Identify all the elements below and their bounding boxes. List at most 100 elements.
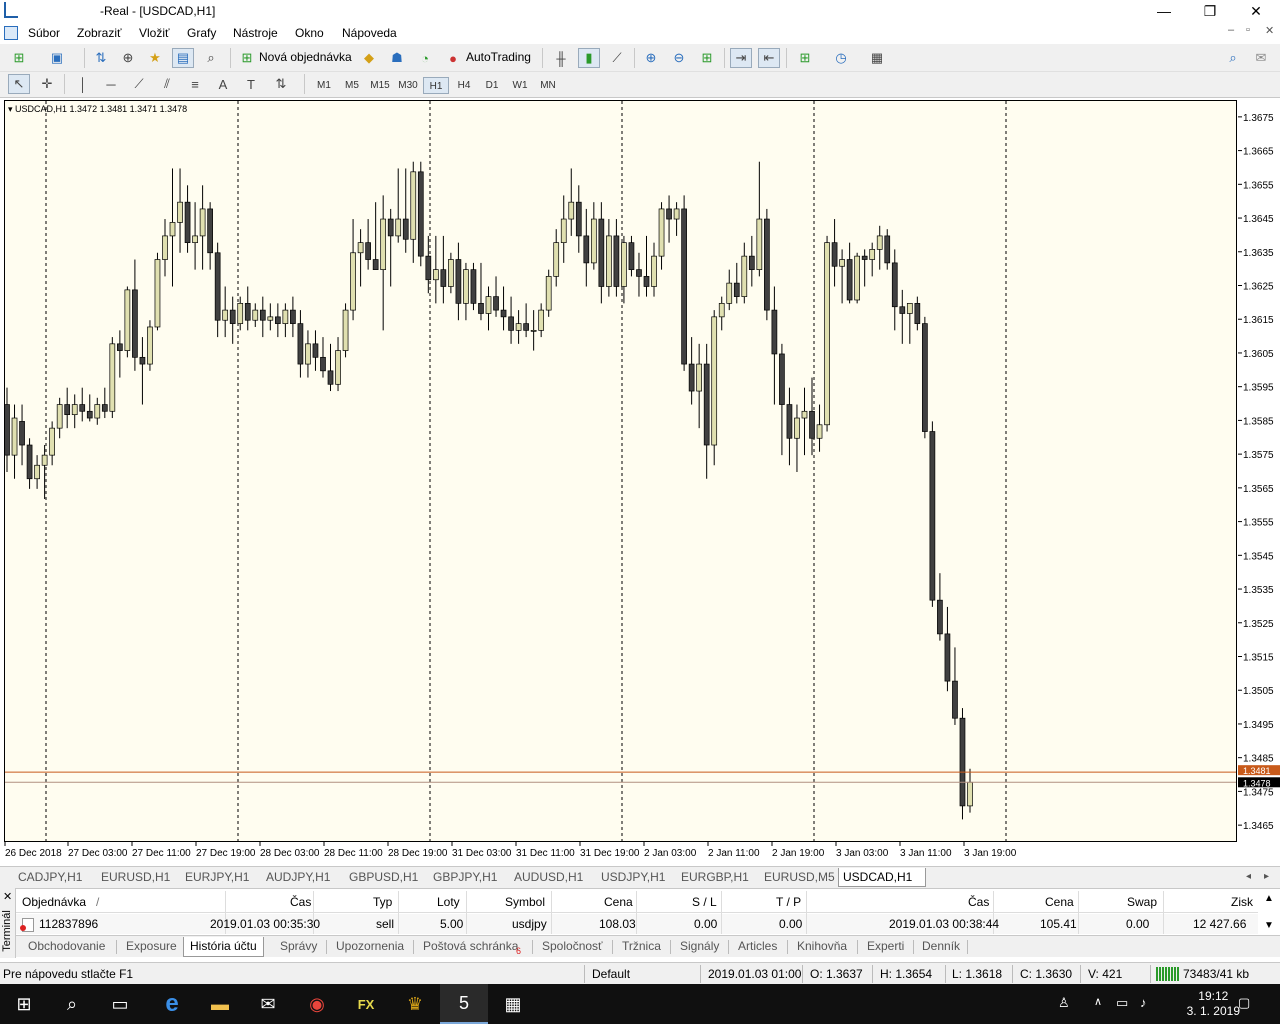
search-icon[interactable]: ⌕ [1222, 48, 1244, 68]
col-type[interactable]: Typ [373, 895, 392, 909]
volume-icon[interactable]: ♪ [1140, 995, 1147, 1010]
tile-windows-icon[interactable]: ⊞ [696, 48, 718, 68]
chart-tab[interactable]: GBPJPY,H1 [429, 868, 501, 887]
periods-icon[interactable]: ◷ [830, 48, 852, 68]
tab-trading[interactable]: Obchodovanie [28, 937, 105, 957]
minimize-button[interactable]: — [1141, 0, 1187, 22]
new-order-button[interactable]: Nová objednávka [259, 50, 352, 64]
chart-tab[interactable]: EURGBP,H1 [677, 868, 753, 887]
new-order-icon[interactable]: ⊞ [236, 48, 258, 68]
mdi-close-button[interactable]: ✕ [1265, 24, 1274, 37]
horizontal-line-icon[interactable]: ─ [100, 74, 122, 94]
tab-code-base[interactable]: Knihovňa [797, 937, 847, 957]
col-symbol[interactable]: Symbol [505, 895, 545, 909]
scroll-down-icon[interactable]: ▼ [1264, 920, 1274, 931]
tab-alerts[interactable]: Upozornenia [336, 937, 404, 957]
menu-help[interactable]: Nápoveda [342, 26, 397, 40]
close-button[interactable]: ✕ [1233, 0, 1279, 22]
timeframe-w1[interactable]: W1 [507, 77, 533, 94]
tab-mailbox[interactable]: Poštová schránka [423, 937, 518, 957]
templates-icon[interactable]: ▦ [866, 48, 888, 68]
chart-tab[interactable]: EURUSD,M5 [760, 868, 839, 887]
search-taskbar-icon[interactable]: ⌕ [48, 984, 96, 1024]
col-sl[interactable]: S / L [692, 895, 717, 909]
chart-tab[interactable]: EURJPY,H1 [181, 868, 253, 887]
col-close-price[interactable]: Cena [1045, 895, 1074, 909]
tab-signals[interactable]: Signály [680, 937, 719, 957]
text-label-icon[interactable]: T [240, 74, 262, 94]
metatrader-icon[interactable]: 5 [440, 984, 488, 1024]
timeframe-mn[interactable]: MN [535, 77, 561, 94]
timeframe-m30[interactable]: M30 [395, 77, 421, 94]
chart-shift-icon[interactable]: ⇤ [758, 48, 780, 68]
menu-tools[interactable]: Nástroje [233, 26, 278, 40]
tab-articles[interactable]: Articles [738, 937, 777, 957]
zoom-in-icon[interactable]: ⊕ [640, 48, 662, 68]
start-windows-icon[interactable]: ⊞ [0, 984, 48, 1024]
text-icon[interactable]: A [212, 74, 234, 94]
tab-account-history[interactable]: História účtu [183, 937, 264, 957]
col-profit[interactable]: Zisk [1231, 895, 1253, 909]
timeframe-h1[interactable]: H1 [423, 77, 449, 94]
tab-scroll-right-icon[interactable]: ▸ [1260, 868, 1273, 887]
tray-expand-icon[interactable]: ∧ [1094, 995, 1102, 1008]
menu-charts[interactable]: Grafy [187, 26, 216, 40]
menu-view[interactable]: Zobraziť [77, 26, 122, 40]
col-order[interactable]: Objednávka [22, 895, 86, 909]
fibonacci-icon[interactable]: ≡ [184, 74, 206, 94]
tab-scroll-left-icon[interactable]: ◂ [1242, 868, 1255, 887]
chart-tab[interactable]: USDJPY,H1 [597, 868, 669, 887]
timeframe-m1[interactable]: M1 [311, 77, 337, 94]
line-chart-icon[interactable]: ⟋ [606, 48, 628, 68]
col-tp[interactable]: T / P [776, 895, 801, 909]
navigator-icon[interactable]: ★ [144, 48, 166, 68]
maximize-button[interactable]: ❐ [1187, 0, 1233, 22]
chart-canvas[interactable] [4, 100, 1237, 842]
price-axis[interactable]: 1.3675 1.3665 1.3655 1.3645 1.3635 1.3625 1.36… [1238, 100, 1280, 842]
calculator-icon[interactable]: ▦ [489, 984, 537, 1024]
arrows-icon[interactable]: ⇅ [270, 74, 292, 94]
tab-news[interactable]: Správy [280, 937, 317, 957]
col-swap[interactable]: Swap [1127, 895, 1157, 909]
scroll-up-icon[interactable]: ▲ [1264, 893, 1274, 904]
tab-company[interactable]: Spoločnosť [542, 937, 603, 957]
timeframe-m5[interactable]: M5 [339, 77, 365, 94]
crosshair-icon[interactable]: ✛ [36, 74, 58, 94]
col-lots[interactable]: Loty [437, 895, 460, 909]
file-explorer-icon[interactable]: ▬ [196, 984, 244, 1024]
bar-chart-icon[interactable]: ╫ [550, 48, 572, 68]
candlestick-chart-icon[interactable]: ▮ [578, 48, 600, 68]
task-view-icon[interactable]: ▭ [96, 984, 144, 1024]
fx-app-icon[interactable]: FX [342, 984, 390, 1024]
chart-tab[interactable]: AUDJPY,H1 [262, 868, 334, 887]
menu-insert[interactable]: Vložiť [139, 26, 170, 40]
zoom-out-icon[interactable]: ⊖ [668, 48, 690, 68]
trophy-app-icon[interactable]: ♛ [391, 984, 439, 1024]
mdi-minimize-button[interactable]: – [1228, 24, 1234, 36]
terminal-close-icon[interactable]: ✕ [3, 890, 12, 903]
chart-tab[interactable]: GBPUSD,H1 [345, 868, 422, 887]
chat-icon[interactable]: ✉ [1250, 48, 1272, 68]
people-icon[interactable]: ♙ [1058, 995, 1070, 1011]
menu-file[interactable]: Súbor [28, 26, 60, 40]
strategy-tester-icon[interactable]: ⌕ [200, 48, 222, 68]
timeframe-d1[interactable]: D1 [479, 77, 505, 94]
equidistant-channel-icon[interactable]: ⫽ [156, 74, 178, 94]
autotrading-icon[interactable]: ● [442, 48, 464, 68]
autotrading-button[interactable]: AutoTrading [466, 50, 531, 64]
chart-tab-active[interactable]: USDCAD,H1 [838, 868, 926, 887]
vertical-line-icon[interactable]: │ [72, 74, 94, 94]
tab-market[interactable]: Tržnica [622, 937, 661, 957]
col-price[interactable]: Cena [604, 895, 633, 909]
community-icon[interactable]: ☗ [386, 48, 408, 68]
notifications-icon[interactable]: ▢ [1238, 995, 1250, 1011]
chrome-icon[interactable]: ◉ [293, 984, 341, 1024]
auto-scroll-icon[interactable]: ⇥ [730, 48, 752, 68]
network-icon[interactable]: ▭ [1116, 995, 1128, 1011]
profiles-icon[interactable]: ▣ [46, 48, 68, 68]
data-window-icon[interactable]: ⊕ [117, 48, 139, 68]
chart-window-icon[interactable] [4, 26, 18, 40]
terminal-toggle-icon[interactable]: ▤ [172, 48, 194, 68]
metaeditor-icon[interactable]: ◆ [358, 48, 380, 68]
mail-icon[interactable]: ✉ [244, 984, 292, 1024]
